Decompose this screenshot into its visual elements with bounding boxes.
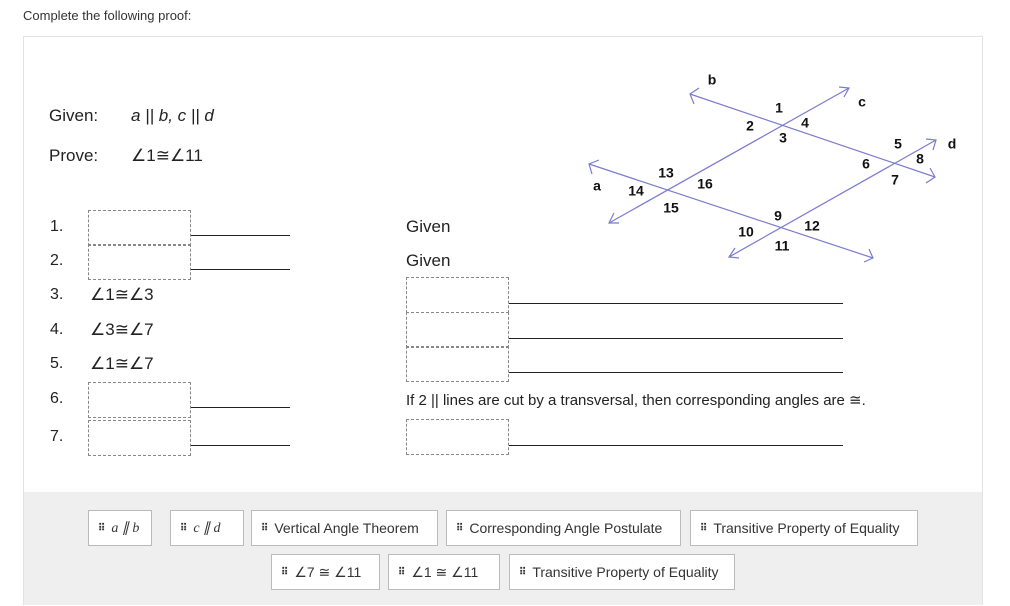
step-number: 4.: [50, 321, 64, 338]
answer-chip[interactable]: ⠿ ∠7 ≅ ∠11: [271, 554, 380, 590]
step-number: 3.: [50, 286, 64, 303]
chip-label: c ∥ d: [193, 520, 221, 536]
chip-label: Vertical Angle Theorem: [274, 520, 419, 536]
chip-label: a ∥ b: [111, 520, 140, 536]
answer-chip[interactable]: ⠿ ∠1 ≅ ∠11: [388, 554, 500, 590]
reason-blank-line: [509, 303, 843, 304]
given-value: a || b, c || d: [131, 106, 214, 125]
line-label-d: d: [948, 136, 957, 152]
drag-handle-icon: ⠿: [700, 522, 707, 534]
line-a: [588, 163, 874, 259]
drag-handle-icon: ⠿: [281, 566, 288, 578]
drag-handle-icon: ⠿: [261, 522, 268, 534]
drag-handle-icon: ⠿: [180, 522, 187, 534]
angle-label-7: 7: [891, 172, 899, 188]
angle-label-6: 6: [862, 156, 870, 172]
angle-label-13: 13: [658, 165, 674, 181]
answer-chip[interactable]: ⠿ Transitive Property of Equality: [509, 554, 735, 590]
drag-handle-icon: ⠿: [398, 566, 405, 578]
reason-drop-zone[interactable]: [406, 419, 509, 455]
step-number: 7.: [50, 428, 64, 445]
angle-label-3: 3: [779, 130, 787, 146]
reason-blank-line: [509, 372, 843, 373]
angle-label-16: 16: [697, 176, 713, 192]
drag-handle-icon: ⠿: [98, 522, 105, 534]
statement-drop-zone[interactable]: [88, 382, 191, 418]
chip-label: ∠1 ≅ ∠11: [411, 563, 479, 580]
step-number: 2.: [50, 252, 64, 269]
instruction: Complete the following proof:: [23, 8, 192, 23]
step-number: 1.: [50, 218, 64, 235]
angle-label-10: 10: [738, 224, 754, 240]
reason-blank-line: [509, 445, 843, 446]
angle-label-8: 8: [916, 151, 924, 167]
angle-label-15: 15: [663, 200, 679, 216]
chip-label: Transitive Property of Equality: [713, 520, 900, 536]
angle-label-11: 11: [775, 238, 790, 254]
step-statement: ∠1≅∠7: [90, 354, 154, 373]
reason-drop-zone[interactable]: [406, 346, 509, 382]
angle-label-4: 4: [801, 115, 809, 131]
line-d: [728, 139, 937, 258]
angle-label-9: 9: [774, 208, 782, 224]
prove-value: ∠1≅∠11: [131, 146, 203, 165]
chip-label: Corresponding Angle Postulate: [469, 520, 663, 536]
reason-drop-zone[interactable]: [406, 312, 509, 348]
step-statement: ∠1≅∠3: [90, 285, 154, 304]
step-reason: If 2 || lines are cut by a transversal, …: [406, 392, 866, 409]
answer-bank: [24, 492, 982, 605]
chip-label: Transitive Property of Equality: [532, 564, 719, 580]
angle-label-1: 1: [775, 100, 783, 116]
angle-label-14: 14: [628, 183, 644, 199]
step-reason: Given: [406, 217, 451, 236]
statement-blank-line: [191, 235, 290, 236]
step-reason: Given: [406, 251, 451, 270]
step-statement: ∠3≅∠7: [90, 320, 154, 339]
statement-blank-line: [191, 269, 290, 270]
drag-handle-icon: ⠿: [456, 522, 463, 534]
answer-chip[interactable]: ⠿ Corresponding Angle Postulate: [446, 510, 681, 546]
reason-drop-zone[interactable]: [406, 277, 509, 313]
answer-chip[interactable]: ⠿ Vertical Angle Theorem: [251, 510, 438, 546]
answer-chip[interactable]: ⠿ c ∥ d: [170, 510, 244, 546]
line-label-a: a: [593, 178, 601, 194]
chip-label: ∠7 ≅ ∠11: [294, 563, 362, 580]
prove-label: Prove:: [49, 146, 99, 165]
geometry-diagram: abcd12345678910111213141516: [588, 72, 957, 263]
line-label-b: b: [708, 72, 717, 88]
step-number: 6.: [50, 390, 64, 407]
angle-label-12: 12: [804, 218, 820, 234]
given-label: Given:: [49, 106, 99, 125]
line-c: [608, 87, 850, 224]
statement-drop-zone[interactable]: [88, 420, 191, 456]
angle-label-2: 2: [746, 118, 754, 134]
statement-drop-zone[interactable]: [88, 210, 191, 246]
angle-label-5: 5: [894, 136, 902, 152]
answer-chip[interactable]: ⠿ Transitive Property of Equality: [690, 510, 918, 546]
step-number: 5.: [50, 355, 64, 372]
answer-chip[interactable]: ⠿ a ∥ b: [88, 510, 152, 546]
statement-blank-line: [191, 407, 290, 408]
statement-blank-line: [191, 445, 290, 446]
statement-drop-zone[interactable]: [88, 244, 191, 280]
drag-handle-icon: ⠿: [519, 566, 526, 578]
line-label-c: c: [858, 94, 866, 110]
reason-blank-line: [509, 338, 843, 339]
